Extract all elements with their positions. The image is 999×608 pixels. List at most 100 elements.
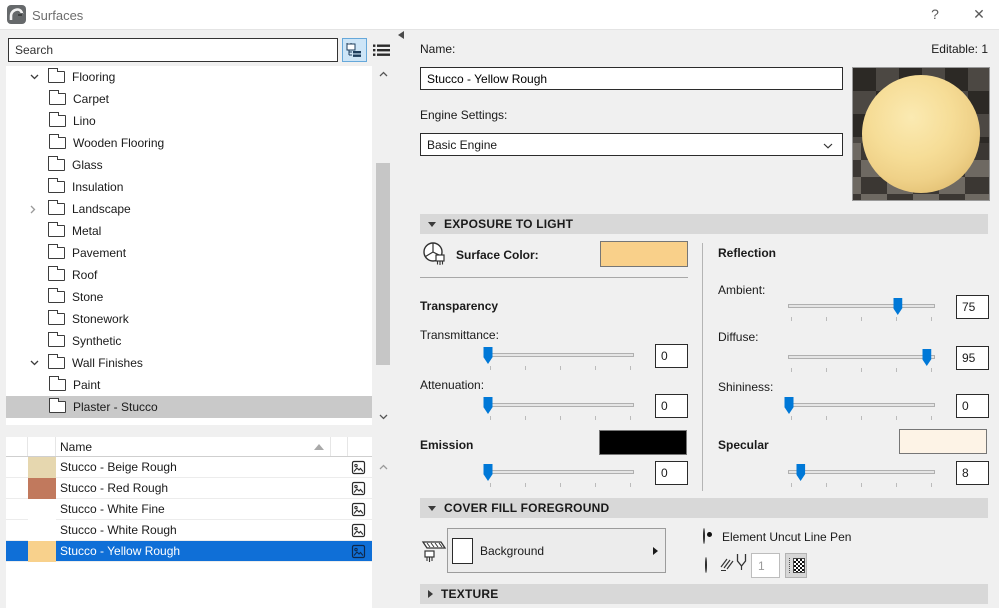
color-swatch bbox=[28, 499, 56, 520]
tree-item-stone[interactable]: Stone bbox=[6, 286, 372, 308]
diffuse-slider[interactable] bbox=[788, 346, 935, 372]
chevron-down-icon[interactable] bbox=[30, 74, 48, 80]
custom-pen-radio[interactable] bbox=[705, 557, 707, 573]
chevron-right-icon[interactable] bbox=[30, 205, 48, 214]
transmittance-slider[interactable] bbox=[487, 344, 634, 370]
tree-item-lino[interactable]: Lino bbox=[6, 110, 372, 132]
section-texture[interactable]: TEXTURE bbox=[420, 584, 988, 604]
element-uncut-line-pen-radio[interactable] bbox=[703, 528, 705, 544]
close-button[interactable]: ✕ bbox=[966, 6, 992, 24]
tree-view-button[interactable] bbox=[342, 38, 367, 62]
list-item[interactable]: Stucco - Beige Rough bbox=[6, 457, 372, 478]
tree-item-flooring[interactable]: Flooring bbox=[6, 66, 372, 88]
surface-name: Stucco - Red Rough bbox=[56, 481, 351, 495]
tree-item-wooden-flooring[interactable]: Wooden Flooring bbox=[6, 132, 372, 154]
scrollbar-thumb[interactable] bbox=[376, 163, 390, 365]
engine-select[interactable]: Basic Engine bbox=[420, 133, 843, 156]
texture-icon bbox=[351, 502, 366, 517]
transmittance-value[interactable] bbox=[655, 344, 688, 368]
slider-thumb[interactable] bbox=[922, 349, 931, 366]
tree-item-landscape[interactable]: Landscape bbox=[6, 198, 372, 220]
color-swatch bbox=[28, 520, 56, 541]
shininess-slider[interactable] bbox=[788, 394, 935, 420]
scroll-up-icon[interactable] bbox=[374, 459, 392, 475]
folder-icon bbox=[49, 115, 66, 127]
list-item[interactable]: Stucco - White Fine bbox=[6, 499, 372, 520]
pen-set-button[interactable] bbox=[785, 553, 807, 578]
tree-item-stonework[interactable]: Stonework bbox=[6, 308, 372, 330]
emission-value[interactable] bbox=[655, 461, 688, 485]
panel-collapse-icon[interactable] bbox=[398, 31, 404, 39]
tree-item-wall-finishes[interactable]: Wall Finishes bbox=[6, 352, 372, 374]
list-item[interactable]: Stucco - White Rough bbox=[6, 520, 372, 541]
tree-item-label: Flooring bbox=[72, 70, 115, 84]
list-header-label: Name bbox=[60, 440, 92, 454]
list-col-swatch bbox=[28, 437, 56, 456]
section-cover-fill-foreground[interactable]: COVER FILL FOREGROUND bbox=[420, 498, 988, 518]
tree-item-label: Insulation bbox=[72, 180, 123, 194]
slider-thumb[interactable] bbox=[484, 397, 493, 414]
specular-value[interactable] bbox=[956, 461, 989, 485]
list-view-button[interactable] bbox=[369, 38, 394, 62]
shininess-label: Shininess: bbox=[718, 380, 773, 394]
section-exposure-to-light[interactable]: EXPOSURE TO LIGHT bbox=[420, 214, 988, 234]
attenuation-control bbox=[487, 394, 688, 420]
surface-color-icon bbox=[421, 240, 449, 271]
tree-item-label: Wall Finishes bbox=[72, 356, 143, 370]
list-header[interactable]: Name bbox=[6, 437, 372, 457]
help-button[interactable]: ? bbox=[922, 6, 948, 24]
color-swatch bbox=[28, 478, 56, 499]
sort-ascending-icon[interactable] bbox=[314, 444, 324, 450]
expand-triangle-icon bbox=[428, 590, 433, 598]
pen-pattern-icon bbox=[793, 558, 805, 573]
tree-item-metal[interactable]: Metal bbox=[6, 220, 372, 242]
section-label: TEXTURE bbox=[441, 587, 498, 601]
section-label: COVER FILL FOREGROUND bbox=[444, 501, 609, 515]
specular-slider[interactable] bbox=[788, 461, 935, 487]
tree-item-carpet[interactable]: Carpet bbox=[6, 88, 372, 110]
slider-thumb[interactable] bbox=[785, 397, 794, 414]
diffuse-control bbox=[788, 346, 989, 372]
emission-control bbox=[487, 461, 688, 487]
tree-item-label: Synthetic bbox=[72, 334, 121, 348]
tree-scrollbar[interactable] bbox=[374, 66, 392, 425]
surface-name-input[interactable] bbox=[420, 67, 843, 90]
tree-item-insulation[interactable]: Insulation bbox=[6, 176, 372, 198]
tree-item-paint[interactable]: Paint bbox=[6, 374, 372, 396]
pen-number-input[interactable] bbox=[751, 553, 780, 578]
ambient-slider[interactable] bbox=[788, 295, 935, 321]
search-input[interactable] bbox=[8, 38, 338, 62]
tree-item-roof[interactable]: Roof bbox=[6, 264, 372, 286]
list-col-name[interactable]: Name bbox=[56, 437, 331, 456]
emission-slider[interactable] bbox=[487, 461, 634, 487]
tree-item-pavement[interactable]: Pavement bbox=[6, 242, 372, 264]
slider-thumb[interactable] bbox=[484, 464, 493, 481]
tree-item-glass[interactable]: Glass bbox=[6, 154, 372, 176]
attenuation-slider[interactable] bbox=[487, 394, 634, 420]
surface-color-swatch[interactable] bbox=[600, 241, 688, 267]
tree-item-label: Wooden Flooring bbox=[73, 136, 164, 150]
attenuation-value[interactable] bbox=[655, 394, 688, 418]
specular-color-swatch[interactable] bbox=[899, 429, 987, 454]
emission-color-swatch[interactable] bbox=[599, 430, 687, 455]
diffuse-label: Diffuse: bbox=[718, 330, 758, 344]
slider-thumb[interactable] bbox=[484, 347, 493, 364]
list-item-selected[interactable]: Stucco - Yellow Rough bbox=[6, 541, 372, 562]
tree-item-synthetic[interactable]: Synthetic bbox=[6, 330, 372, 352]
list-icon bbox=[373, 44, 390, 57]
list-item[interactable]: Stucco - Red Rough bbox=[6, 478, 372, 499]
slider-thumb[interactable] bbox=[893, 298, 902, 315]
cover-fill-select[interactable]: Background bbox=[447, 528, 666, 573]
list-scrollbar[interactable] bbox=[374, 457, 392, 608]
scroll-down-icon[interactable] bbox=[374, 409, 392, 425]
folder-icon bbox=[48, 247, 65, 259]
surface-name: Stucco - Beige Rough bbox=[56, 460, 351, 474]
scroll-up-icon[interactable] bbox=[374, 66, 392, 82]
tree-item-plaster-stucco[interactable]: Plaster - Stucco bbox=[6, 396, 372, 418]
ambient-value[interactable] bbox=[956, 295, 989, 319]
chevron-down-icon[interactable] bbox=[30, 360, 48, 366]
ambient-label: Ambient: bbox=[718, 283, 765, 297]
shininess-value[interactable] bbox=[956, 394, 989, 418]
diffuse-value[interactable] bbox=[956, 346, 989, 370]
slider-thumb[interactable] bbox=[796, 464, 805, 481]
